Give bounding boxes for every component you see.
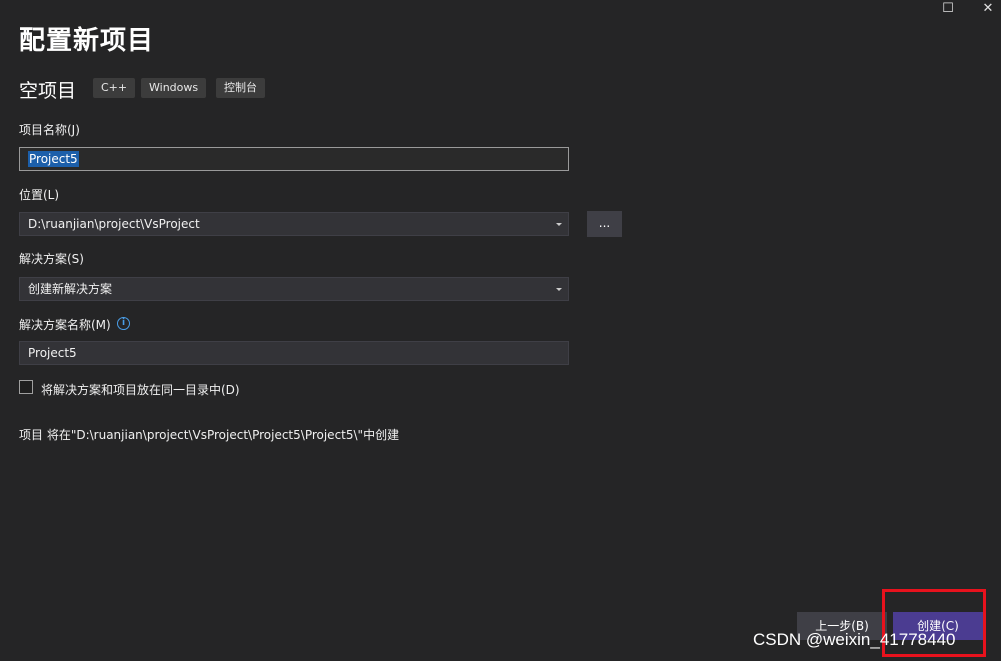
solution-value: 创建新解决方案	[28, 282, 113, 296]
tag-cpp: C++	[93, 78, 136, 98]
project-name-label: 项目名称(J)	[19, 123, 80, 137]
info-icon[interactable]: i	[117, 317, 130, 330]
template-name: 空项目	[19, 80, 77, 102]
solution-name-input[interactable]: Project5	[19, 341, 569, 365]
browse-button[interactable]: ...	[587, 211, 622, 237]
same-dir-label[interactable]: 将解决方案和项目放在同一目录中(D)	[41, 381, 240, 398]
location-label: 位置(L)	[19, 188, 60, 202]
chevron-down-icon[interactable]	[556, 288, 562, 291]
tag-console: 控制台	[216, 78, 265, 98]
same-dir-checkbox[interactable]	[19, 380, 33, 394]
maximize-icon[interactable]: ☐	[930, 0, 966, 16]
location-value: D:\ruanjian\project\VsProject	[28, 217, 200, 231]
page-title: 配置新项目	[19, 26, 155, 56]
project-name-value: Project5	[28, 151, 79, 167]
chevron-down-icon[interactable]	[556, 223, 562, 226]
solution-name-label: 解决方案名称(M)	[19, 318, 111, 332]
location-combobox[interactable]: D:\ruanjian\project\VsProject	[19, 212, 569, 236]
creation-path-summary: 项目 将在"D:\ruanjian\project\VsProject\Proj…	[19, 428, 400, 442]
solution-label: 解决方案(S)	[19, 252, 84, 266]
close-icon[interactable]: ✕	[970, 0, 1001, 16]
solution-select[interactable]: 创建新解决方案	[19, 277, 569, 301]
solution-name-value: Project5	[28, 346, 77, 360]
project-name-input[interactable]: Project5	[19, 147, 569, 171]
watermark: CSDN @weixin_41778440	[753, 630, 956, 649]
tag-windows: Windows	[141, 78, 207, 98]
